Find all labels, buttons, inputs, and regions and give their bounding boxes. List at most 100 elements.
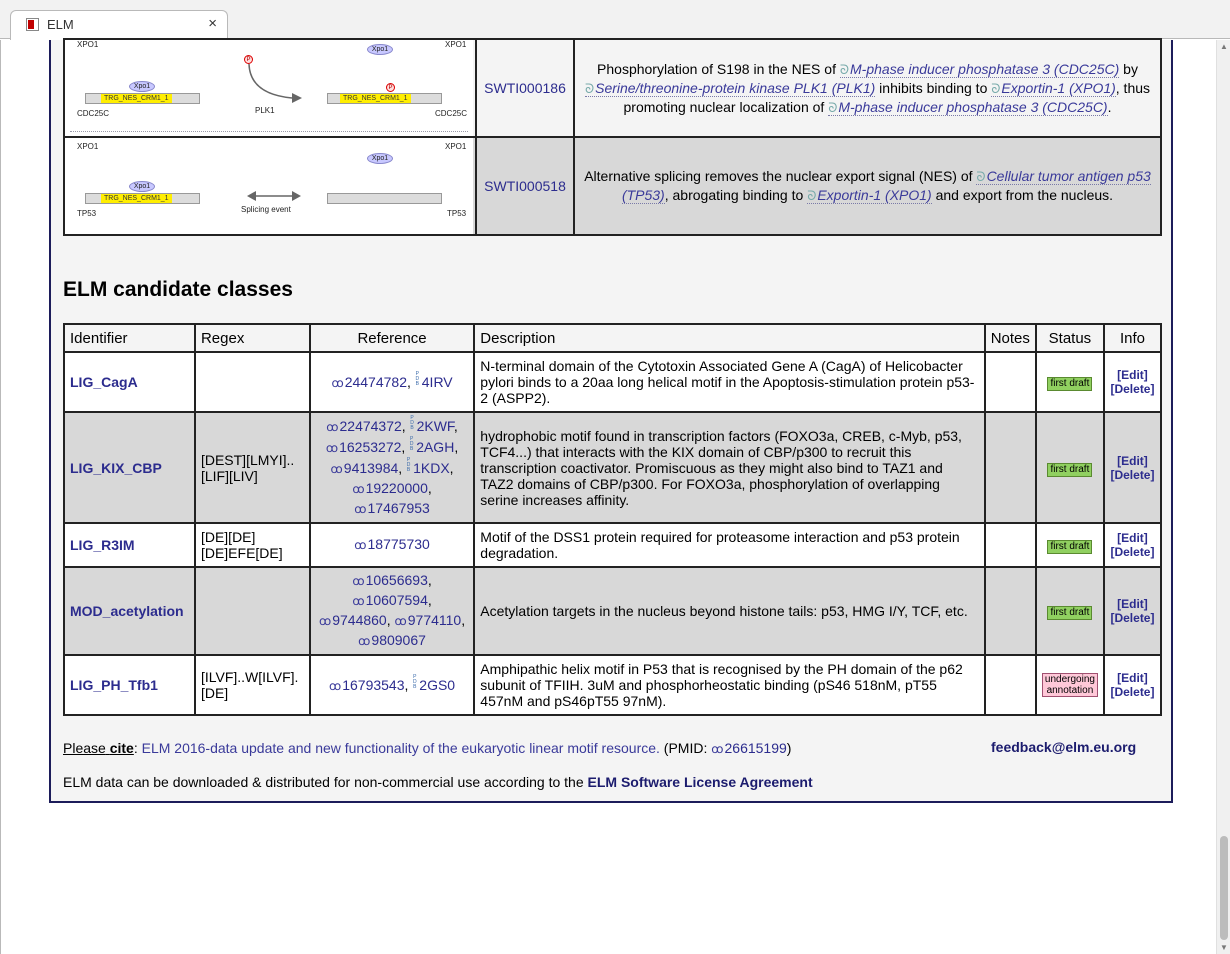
- citation-link[interactable]: ELM 2016-data update and new functionali…: [142, 740, 660, 756]
- table-row: MOD_acetylation ꝏ10656693, ꝏ10607594, ꝏ9…: [63, 566, 1163, 656]
- switch-id-link[interactable]: SWTI000518: [484, 178, 566, 194]
- elm-favicon-icon: [26, 18, 39, 31]
- pubmed-icon: ꝏ: [394, 614, 407, 628]
- pubmed-icon: ꝏ: [711, 742, 724, 756]
- license-link[interactable]: ELM Software License Agreement: [588, 774, 813, 790]
- header-status[interactable]: Status: [1034, 323, 1105, 353]
- candidate-notes: [983, 522, 1037, 568]
- delete-link[interactable]: [Delete]: [1110, 382, 1154, 396]
- pmid-prefix: (PMID:: [659, 740, 712, 756]
- candidate-id-link[interactable]: LIG_R3IM: [70, 537, 135, 553]
- diagram-label: TP53: [77, 209, 97, 218]
- uniprot-swirl-icon: ᘐ: [807, 188, 817, 203]
- uniprot-swirl-icon: ᘐ: [828, 99, 838, 115]
- diagram-label: CDC25C: [435, 109, 468, 118]
- desc-text: and export from the nucleus.: [931, 187, 1114, 203]
- header-info[interactable]: Info: [1102, 323, 1163, 353]
- pubmed-id: 9413984: [343, 460, 399, 476]
- candidate-id-link[interactable]: LIG_PH_Tfb1: [70, 677, 158, 693]
- pubmed-link[interactable]: ꝏ24474782: [331, 374, 407, 390]
- pubmed-link[interactable]: ꝏ10607594: [352, 592, 428, 608]
- delete-link[interactable]: [Delete]: [1110, 468, 1154, 482]
- pdb-id: 2AGH: [416, 439, 455, 455]
- header-notes[interactable]: Notes: [983, 323, 1037, 353]
- pmid-value: 26615199: [724, 740, 787, 756]
- candidate-id[interactable]: LIG_R3IM: [63, 522, 196, 568]
- pubmed-id: 18775730: [367, 536, 430, 552]
- citation-line: Please cite: ELM 2016-data update and ne…: [63, 740, 791, 756]
- sequence-bar: TRG_NES_CRM1_1: [85, 193, 200, 204]
- switch-row: XPO1 XPO1 Xpo1 Xpo1 TRG_NES_CRM1_1 Splic…: [63, 136, 1162, 236]
- scrollbar-thumb[interactable]: [1220, 836, 1228, 940]
- license-text: ELM data can be downloaded & distributed…: [63, 774, 588, 790]
- candidate-id-link[interactable]: LIG_CagA: [70, 374, 138, 390]
- delete-link[interactable]: [Delete]: [1110, 611, 1154, 625]
- protein-link-label: M-phase inducer phosphatase 3 (CDC25C): [850, 60, 1120, 77]
- pubmed-link[interactable]: ꝏ17467953: [354, 500, 430, 516]
- candidate-id[interactable]: LIG_CagA: [63, 351, 196, 413]
- candidate-id[interactable]: MOD_acetylation: [63, 566, 196, 656]
- switch-id-cell: SWTI000518: [475, 136, 575, 236]
- edit-link[interactable]: [Edit]: [1117, 454, 1148, 468]
- switch-id-link[interactable]: SWTI000186: [484, 80, 566, 96]
- close-tab-icon[interactable]: ×: [208, 15, 217, 32]
- pubmed-link[interactable]: ꝏ9809067: [358, 632, 426, 648]
- candidate-id[interactable]: LIG_PH_Tfb1: [63, 654, 196, 716]
- pdb-link[interactable]: PDB 2GS0: [412, 674, 455, 693]
- diagram-event-label: PLK1: [255, 106, 275, 115]
- pubmed-link[interactable]: ꝏ19220000: [352, 480, 428, 496]
- pdb-link[interactable]: PDB 2AGH: [409, 437, 455, 456]
- edit-link[interactable]: [Edit]: [1117, 368, 1148, 382]
- candidate-status: first draft: [1034, 522, 1105, 568]
- header-description[interactable]: Description: [473, 323, 986, 353]
- pubmed-link[interactable]: ꝏ16793543: [329, 677, 405, 693]
- phospho-marker-icon: P: [244, 55, 253, 64]
- feedback-email-link[interactable]: feedback@elm.eu.org: [991, 739, 1136, 755]
- pmid-suffix: ): [786, 740, 792, 756]
- pubmed-link[interactable]: ꝏ10656693: [352, 572, 428, 588]
- pubmed-link[interactable]: ꝏ22474372: [326, 418, 402, 434]
- desc-text: Alternative splicing removes the nuclear…: [584, 168, 977, 184]
- pdb-link[interactable]: PDB 4IRV: [415, 371, 452, 390]
- pubmed-id: 16253272: [339, 439, 402, 455]
- pubmed-link[interactable]: ꝏ16253272: [326, 439, 402, 455]
- pubmed-link[interactable]: ꝏ9413984: [331, 460, 399, 476]
- header-reference[interactable]: Reference: [308, 323, 476, 353]
- pmid-link[interactable]: ꝏ26615199: [711, 740, 787, 756]
- candidate-info: [Edit] [Delete]: [1102, 351, 1163, 413]
- candidate-status: first draft: [1034, 351, 1105, 413]
- edit-link[interactable]: [Edit]: [1117, 597, 1148, 611]
- vertical-scrollbar[interactable]: ▲ ▼: [1216, 40, 1230, 954]
- header-identifier[interactable]: Identifier: [63, 323, 196, 353]
- delete-link[interactable]: [Delete]: [1110, 685, 1154, 699]
- separator: ,: [449, 460, 454, 476]
- protein-link[interactable]: ᘐM-phase inducer phosphatase 3 (CDC25C): [839, 60, 1120, 78]
- pubmed-link[interactable]: ꝏ9744860: [319, 612, 387, 628]
- please-word: Please: [63, 740, 106, 756]
- protein-link[interactable]: ᘐExportin-1 (XPO1): [991, 79, 1116, 97]
- pubmed-link[interactable]: ꝏ9774110: [395, 612, 462, 628]
- pubmed-link[interactable]: ꝏ18775730: [354, 536, 430, 552]
- protein-link[interactable]: ᘐExportin-1 (XPO1): [807, 187, 932, 204]
- pubmed-id: 22474372: [339, 418, 402, 434]
- candidate-id-link[interactable]: MOD_acetylation: [70, 603, 184, 619]
- protein-link[interactable]: ᘐSerine/threonine-protein kinase PLK1 (P…: [584, 79, 876, 97]
- edit-link[interactable]: [Edit]: [1117, 531, 1148, 545]
- candidate-id-link[interactable]: LIG_KIX_CBP: [70, 460, 162, 476]
- uniprot-swirl-icon: ᘐ: [976, 169, 986, 184]
- delete-link[interactable]: [Delete]: [1110, 545, 1154, 559]
- switches-table: XPO1 XPO1 Xpo1 Xpo1 P P TRG_NES_CRM1_1 T…: [63, 38, 1162, 236]
- pdb-link[interactable]: PDB 2KWF: [410, 416, 454, 435]
- pdb-link[interactable]: PDB 1KDX: [406, 458, 450, 477]
- pubmed-id: 9809067: [371, 632, 426, 648]
- header-regex[interactable]: Regex: [193, 323, 311, 353]
- candidate-references: ꝏ10656693, ꝏ10607594, ꝏ9744860, ꝏ9774110…: [308, 566, 476, 656]
- browser-tab[interactable]: ELM ×: [10, 10, 228, 40]
- candidate-id[interactable]: LIG_KIX_CBP: [63, 411, 196, 524]
- desc-text: by: [1119, 60, 1138, 77]
- scroll-down-icon[interactable]: ▼: [1220, 943, 1228, 952]
- scroll-up-icon[interactable]: ▲: [1220, 42, 1228, 51]
- edit-link[interactable]: [Edit]: [1117, 671, 1148, 685]
- section-title: ELM candidate classes: [63, 278, 293, 301]
- protein-link[interactable]: ᘐM-phase inducer phosphatase 3 (CDC25C): [828, 98, 1108, 116]
